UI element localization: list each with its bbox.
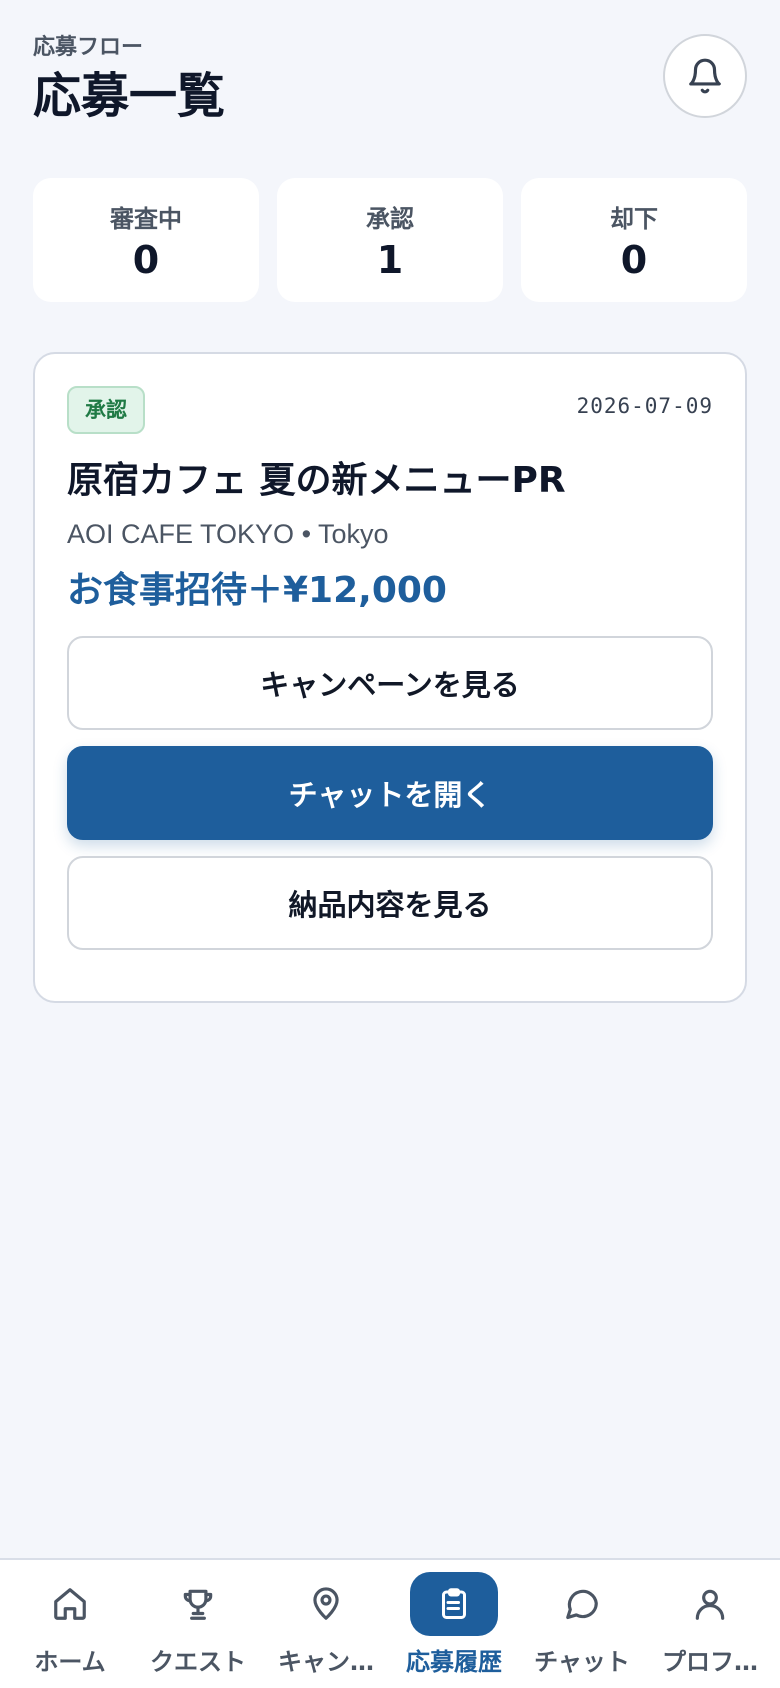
clipboard-icon bbox=[436, 1585, 472, 1623]
home-icon bbox=[51, 1585, 89, 1623]
stat-label: 却下 bbox=[610, 204, 658, 233]
map-pin-icon bbox=[307, 1585, 345, 1623]
stat-value: 1 bbox=[376, 237, 404, 282]
campaign-title: 原宿カフェ 夏の新メニューPR bbox=[67, 460, 566, 501]
notification-button[interactable] bbox=[663, 34, 747, 118]
open-chat-button[interactable]: チャットを開く bbox=[67, 746, 713, 840]
bell-icon bbox=[686, 56, 724, 96]
user-icon bbox=[691, 1585, 729, 1623]
chat-bubble-icon bbox=[563, 1585, 601, 1623]
nav-label: プロフ… bbox=[662, 1648, 758, 1676]
stat-value: 0 bbox=[620, 237, 648, 282]
nav-item-profile[interactable]: プロフ… bbox=[646, 1560, 774, 1688]
trophy-icon bbox=[179, 1585, 217, 1623]
nav-item-home[interactable]: ホーム bbox=[6, 1560, 134, 1688]
stat-label: 審査中 bbox=[110, 204, 182, 233]
nav-label: 応募履歴 bbox=[406, 1648, 502, 1676]
campaign-reward: お食事招待＋¥12,000 bbox=[67, 570, 447, 611]
nav-item-quest[interactable]: クエスト bbox=[134, 1560, 262, 1688]
nav-item-chat[interactable]: チャット bbox=[518, 1560, 646, 1688]
page-title: 応募一覧 bbox=[33, 68, 226, 124]
page-header: 応募フロー 応募一覧 bbox=[33, 34, 747, 134]
nav-label: クエスト bbox=[150, 1648, 246, 1676]
application-date: 2026-07-09 bbox=[576, 394, 713, 418]
stat-label: 承認 bbox=[366, 204, 414, 233]
stat-value: 0 bbox=[132, 237, 160, 282]
status-summary: 審査中 0 承認 1 却下 0 bbox=[33, 178, 747, 302]
nav-item-applications[interactable]: 応募履歴 bbox=[390, 1560, 518, 1688]
campaign-brand-location: AOI CAFE TOKYO • Tokyo bbox=[67, 519, 389, 549]
bottom-nav: ホーム クエスト キャン… 応募履歴 チャット プロフ… bbox=[0, 1558, 780, 1688]
stat-rejected: 却下 0 bbox=[521, 178, 747, 302]
page-subtitle: 応募フロー bbox=[33, 35, 144, 60]
view-campaign-button[interactable]: キャンペーンを見る bbox=[67, 636, 713, 730]
stat-approved: 承認 1 bbox=[277, 178, 503, 302]
nav-label: キャン… bbox=[278, 1648, 374, 1676]
nav-label: ホーム bbox=[34, 1648, 106, 1676]
card-top-row: 承認 2026-07-09 bbox=[67, 386, 713, 434]
view-delivery-button[interactable]: 納品内容を見る bbox=[67, 856, 713, 950]
nav-item-campaign[interactable]: キャン… bbox=[262, 1560, 390, 1688]
stat-pending: 審査中 0 bbox=[33, 178, 259, 302]
application-card: 承認 2026-07-09 原宿カフェ 夏の新メニューPR AOI CAFE T… bbox=[33, 352, 747, 1003]
status-badge: 承認 bbox=[67, 386, 145, 434]
nav-label: チャット bbox=[534, 1648, 630, 1676]
